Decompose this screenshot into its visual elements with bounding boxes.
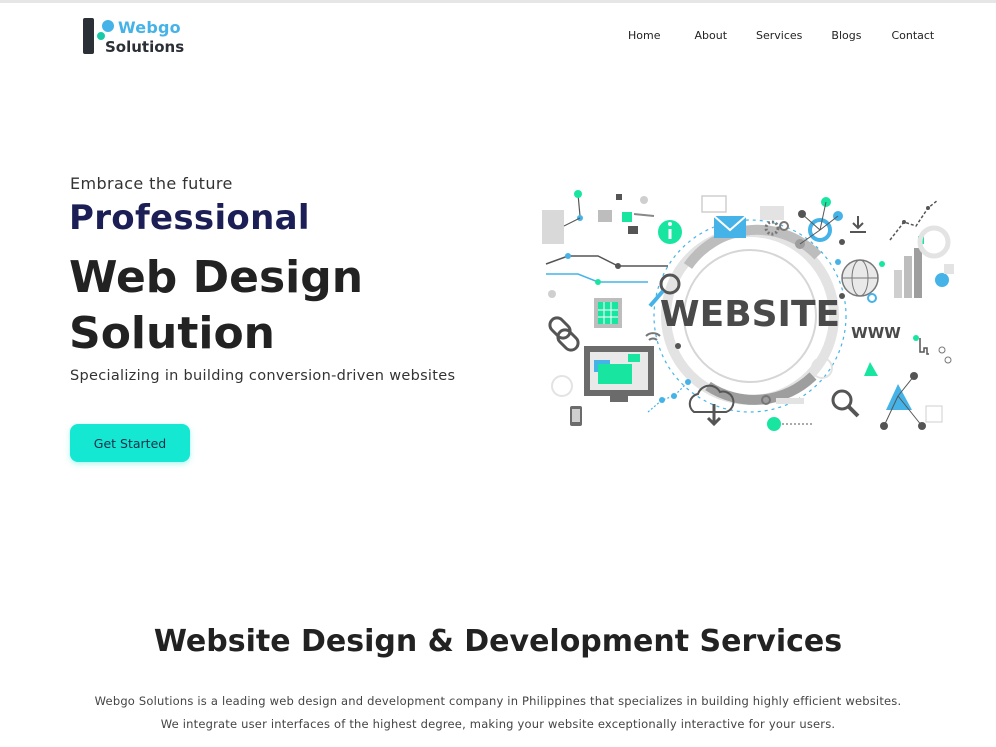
logo-mark-dot-green	[97, 32, 105, 40]
logo-mark-bar	[83, 18, 94, 54]
hero-title: Web Design Solution	[69, 250, 489, 362]
services-description: Webgo Solutions is a leading web design …	[0, 690, 996, 736]
illustration-www-label: WWW	[851, 324, 901, 342]
services-description-line1: Webgo Solutions is a leading web design …	[94, 694, 902, 708]
website-illustration: WEBSITE WWW	[542, 190, 954, 431]
nav-services[interactable]: Services	[756, 29, 802, 42]
nav-blogs[interactable]: Blogs	[831, 29, 861, 42]
main-nav: Home About Services Blogs Contact	[628, 29, 934, 42]
hero-title-line2: Solution	[69, 308, 275, 359]
nav-contact[interactable]: Contact	[891, 29, 934, 42]
hero-title-line1: Web Design	[69, 252, 364, 303]
brand-name-line2: Solutions	[105, 38, 185, 56]
brand-name-line1: Webgo	[118, 18, 181, 37]
hero-subtitle: Specializing in building conversion-driv…	[70, 368, 456, 384]
hero-eyebrow: Embrace the future	[70, 174, 233, 193]
logo-mark-dot-blue	[102, 20, 114, 32]
illustration-website-label: WEBSITE	[660, 294, 840, 335]
brand-logo[interactable]: Webgo Solutions	[80, 16, 190, 60]
get-started-button[interactable]: Get Started	[70, 424, 190, 462]
services-heading: Website Design & Development Services	[153, 624, 843, 659]
top-border	[0, 0, 996, 3]
hero-highlight: Professional	[69, 198, 310, 238]
services-description-line2: We integrate user interfaces of the high…	[160, 717, 836, 731]
nav-about[interactable]: About	[694, 29, 727, 42]
nav-home[interactable]: Home	[628, 29, 660, 42]
